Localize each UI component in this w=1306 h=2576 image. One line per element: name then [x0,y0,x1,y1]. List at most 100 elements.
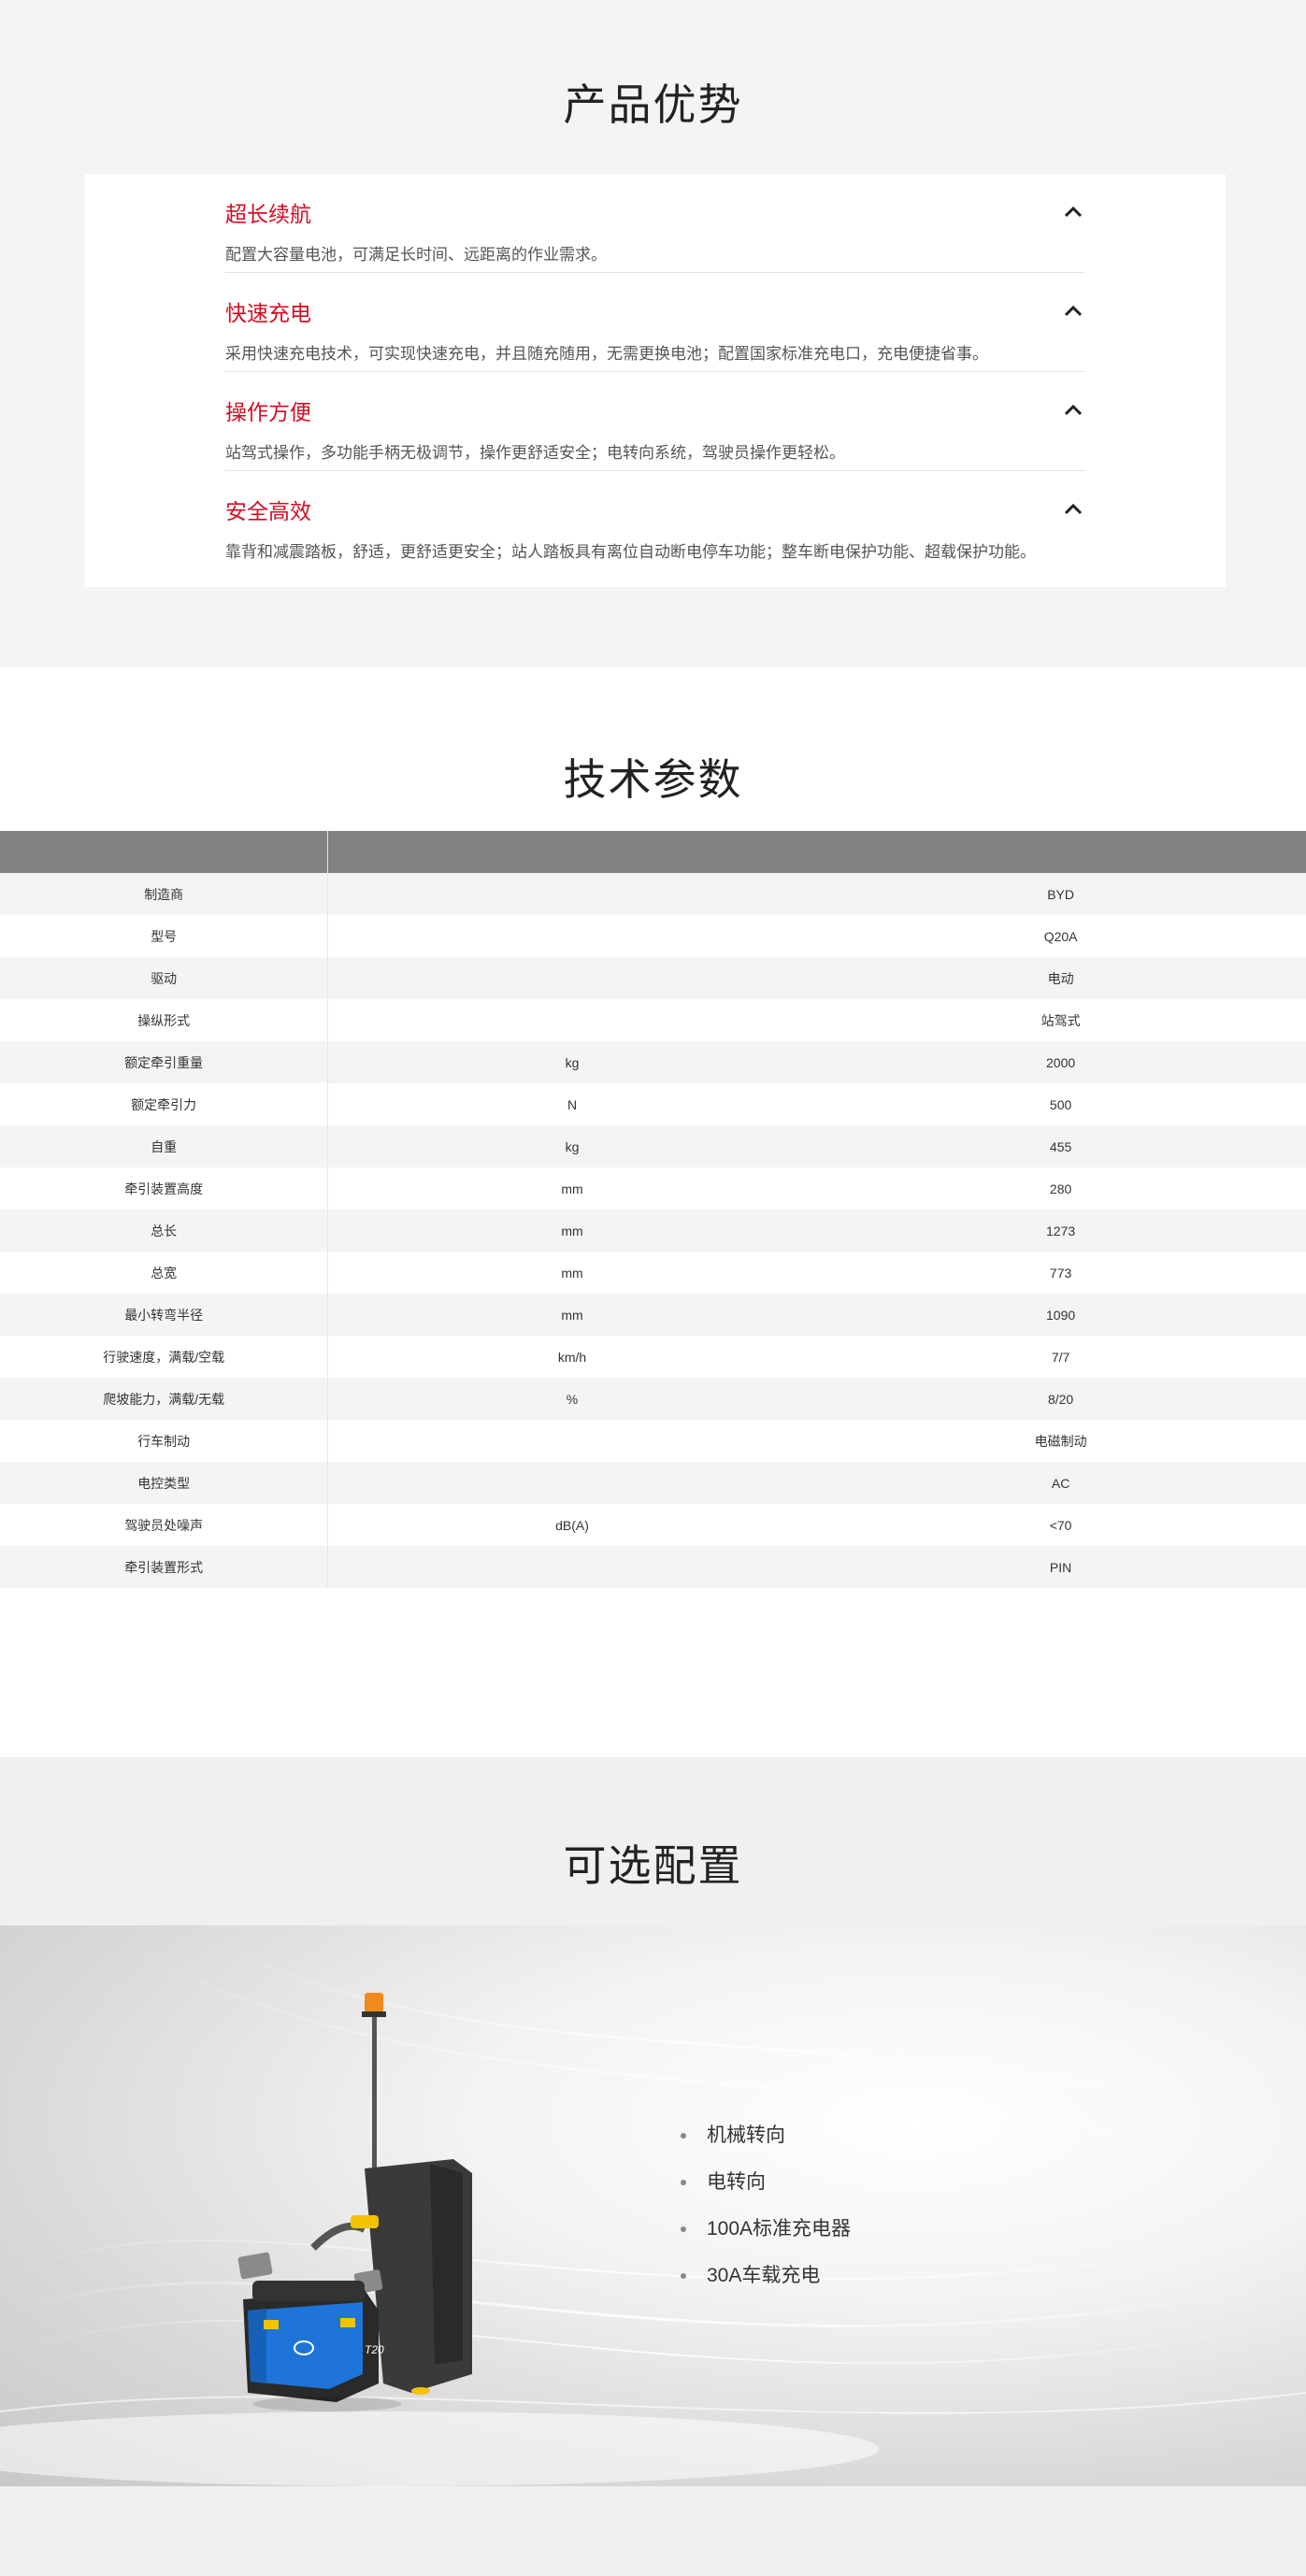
spec-value: 站驾式 [815,999,1306,1041]
spec-unit: mm [327,1294,816,1336]
advantage-item[interactable]: 快速充电采用快速充电技术，可实现快速充电，并且随充随用，无需更换电池；配置国家标… [225,273,1085,372]
advantage-item[interactable]: 操作方便站驾式操作，多功能手柄无极调节，操作更舒适安全；电转向系统，驾驶员操作更… [225,372,1085,471]
table-row: 驱动 电动 [0,957,1306,999]
spec-name: 总宽 [0,1252,329,1294]
spec-value: 2000 [815,1041,1306,1083]
table-row: 型号 Q20A [0,915,1306,957]
list-item: 30A车载充电 [681,2253,851,2299]
spec-name: 最小转弯半径 [0,1294,329,1336]
spec-value: 455 [815,1125,1306,1167]
spec-unit: dB(A) [327,1504,816,1546]
spec-name: 总长 [0,1209,329,1252]
table-row: 制造商 BYD [0,873,1306,915]
specs-header-cell [327,831,816,873]
spec-unit [327,1546,816,1588]
table-row: 爬坡能力，满载/无载% 8/20 [0,1378,1306,1420]
specs-table-body: 制造商 BYD 型号 Q20A 驱动 电动 操纵形式 站驾式 额定牵引重量 kg 2000 额定牵引力… [0,873,1306,1588]
spec-unit: mm [327,1209,816,1252]
table-row: 驾驶员处噪声 dB(A) <70 [0,1504,1306,1546]
spec-name: 爬坡能力，满载/无载 [0,1378,329,1420]
table-row: 额定牵引重量 kg 2000 [0,1041,1306,1083]
advantages-panel: 超长续航配置大容量电池，可满足长时间、远距离的作业需求。快速充电采用快速充电技术… [85,174,1226,587]
advantage-description: 站驾式操作，多功能手柄无极调节，操作更舒适安全；电转向系统，驾驶员操作更轻松。 [225,444,845,462]
advantage-heading[interactable]: 操作方便 [225,394,311,426]
specs-header-cell [815,831,1306,873]
spec-unit [327,1462,816,1504]
spec-name: 牵引装置高度 [0,1167,329,1209]
truck-model-label: T20 [365,2343,384,2356]
advantages-section: 产品优势 超长续航配置大容量电池，可满足长时间、远距离的作业需求。快速充电采用快… [0,0,1306,667]
table-row: 行驶速度，满载/空载 km/h 7/7 [0,1336,1306,1378]
specs-title: 技术参数 [563,755,743,804]
spec-unit: mm [327,1252,816,1294]
advantage-description: 采用快速充电技术，可实现快速充电，并且随充随用，无需更换电池；配置国家标准充电口… [225,345,988,363]
specs-table-header [0,831,1306,873]
options-banner: T20 机械转向 电转向 100A标准充电器 30A车载充电 [0,1925,1306,2486]
table-row: 电控类型 AC [0,1462,1306,1504]
chevron-up-icon[interactable] [1061,299,1085,323]
options-section: 可选配置 T20 机械转向 电转向 100A标准充电器 30A车载充电 [0,1757,1306,2576]
spec-unit: kg [327,1041,816,1083]
table-row: 牵引装置高度 mm 280 [0,1167,1306,1209]
table-row: 最小转弯半径 mm 1090 [0,1294,1306,1336]
spec-name: 电控类型 [0,1462,329,1504]
spec-value: 1273 [815,1209,1306,1252]
spec-unit: km/h [327,1336,816,1378]
spec-value: 7/7 [815,1336,1306,1378]
table-row: 总宽 mm 773 [0,1252,1306,1294]
advantage-item[interactable]: 超长续航配置大容量电池，可满足长时间、远距离的作业需求。 [225,174,1085,273]
advantages-title: 产品优势 [563,80,743,129]
spec-name: 驾驶员处噪声 [0,1504,329,1546]
spec-value: 500 [815,1083,1306,1125]
spec-value: 773 [815,1252,1306,1294]
table-row: 总长 mm 1273 [0,1209,1306,1252]
spec-value: PIN [815,1546,1306,1588]
spec-value: 1090 [815,1294,1306,1336]
options-list: 机械转向 电转向 100A标准充电器 30A车载充电 [681,2112,851,2299]
advantage-heading[interactable]: 快速充电 [225,295,311,327]
spec-unit [327,1420,816,1462]
chevron-up-icon[interactable] [1061,398,1085,422]
advantage-item[interactable]: 安全高效 靠背和减震踏板，舒适，更舒适更安全；站人踏板具有离位自动断电停车功能；整… [225,471,1085,570]
spec-name: 型号 [0,915,329,957]
chevron-up-icon[interactable] [1061,200,1085,224]
list-item: 100A标准充电器 [681,2206,851,2253]
spec-name: 驱动 [0,957,329,999]
table-row: 牵引装置形式 PIN [0,1546,1306,1588]
spec-unit: N [327,1083,816,1125]
advantage-heading[interactable]: 超长续航 [225,196,311,228]
spec-value: 8/20 [815,1378,1306,1420]
spec-unit: % [327,1378,816,1420]
spec-name: 自重 [0,1125,329,1167]
table-row: 额定牵引力 N 500 [0,1083,1306,1125]
spec-name: 牵引装置形式 [0,1546,329,1588]
spec-value: AC [815,1462,1306,1504]
list-item: 机械转向 [681,2112,851,2159]
background-waves-graphic [0,1925,1306,2486]
spec-value: 电动 [815,957,1306,999]
table-row: 自重 kg 455 [0,1125,1306,1167]
spec-name: 额定牵引力 [0,1083,329,1125]
spec-unit: mm [327,1167,816,1209]
advantage-description: 配置大容量电池，可满足长时间、远距离的作业需求。 [225,246,607,264]
table-row: 操纵形式 站驾式 [0,999,1306,1041]
spec-name: 行驶速度，满载/空载 [0,1336,329,1378]
spec-value: 280 [815,1167,1306,1209]
advantages-accordion: 超长续航配置大容量电池，可满足长时间、远距离的作业需求。快速充电采用快速充电技术… [225,174,1085,570]
electric-tow-tractor-image: T20 [237,1993,472,2411]
spec-value: Q20A [815,915,1306,957]
spec-name: 额定牵引重量 [0,1041,329,1083]
advantage-heading[interactable]: 安全高效 [225,494,311,525]
spec-name: 行车制动 [0,1420,329,1462]
spec-unit [327,873,816,915]
spec-value: <70 [815,1504,1306,1546]
table-row: 行车制动 电磁制动 [0,1420,1306,1462]
spec-value: BYD [815,873,1306,915]
list-item: 电转向 [681,2159,851,2206]
spec-unit [327,999,816,1041]
spec-name: 制造商 [0,873,329,915]
spec-value: 电磁制动 [815,1420,1306,1462]
spec-name: 操纵形式 [0,999,329,1041]
chevron-up-icon[interactable] [1061,497,1085,522]
options-title: 可选配置 [563,1841,743,1890]
